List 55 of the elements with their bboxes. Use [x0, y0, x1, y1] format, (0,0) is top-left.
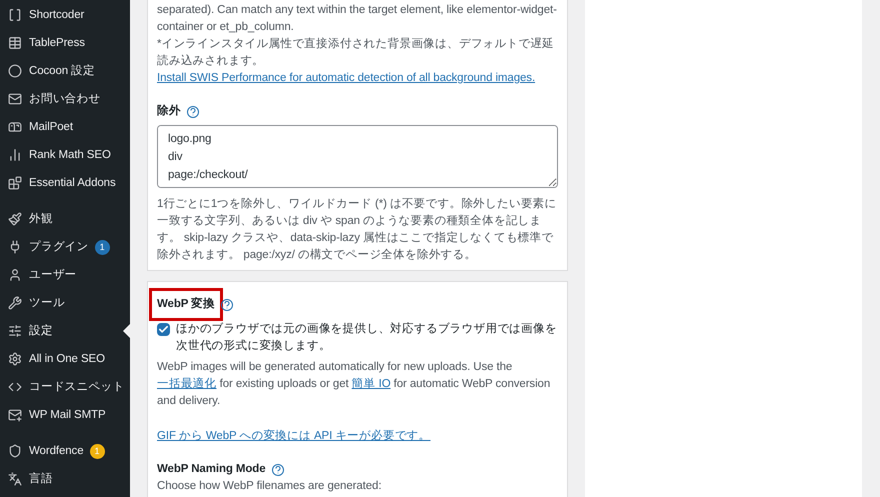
paintbrush-icon [8, 212, 22, 226]
count-badge: 1 [94, 240, 110, 254]
help-icon[interactable] [272, 464, 284, 476]
sidebar-item[interactable]: TablePress [0, 29, 130, 57]
table-icon [8, 36, 22, 50]
section-label: WebP 変換 [149, 288, 224, 321]
link[interactable]: 一括最適化 [157, 378, 217, 390]
current-arrow-icon [123, 324, 130, 338]
sidebar-item[interactable]: 外観 [0, 205, 130, 233]
sidebar-item[interactable]: Rank Math SEO [0, 141, 130, 169]
mail-icon [8, 92, 22, 106]
link[interactable]: 簡単 IO [352, 378, 391, 390]
description-text: Choose how WebP filenames are generated: [157, 479, 382, 494]
help-icon[interactable] [186, 106, 199, 118]
code-icon [8, 380, 22, 394]
count-badge: 1 [90, 444, 104, 458]
description-text: *インラインスタイル属性で直接添付された背景画像は、デフォルトで遅延読み込みされます。 [157, 36, 556, 69]
user-icon [8, 268, 22, 282]
description-text: separated). Can match any text within the target element, like elementor-widget-container or et_pb_column. [157, 3, 558, 35]
section-label: WebP Naming Mode [157, 462, 266, 477]
sidebar-item[interactable]: お問い合わせ [0, 85, 130, 113]
sidebar-item[interactable]: 言語 [0, 465, 130, 493]
sidebar-item[interactable]: Shortcoder [0, 1, 130, 29]
sliders-icon [8, 324, 22, 338]
link[interactable]: GIF から WebP への変換には API キーが必要です。 [157, 428, 558, 445]
brackets-icon [8, 8, 22, 22]
sidebar-item[interactable]: 設定 [0, 317, 130, 345]
wrench-icon [8, 296, 22, 310]
chart-icon [8, 148, 22, 162]
checkbox-label: ほかのブラウザでは元の画像を提供し、対応するブラウザ用では画像を次世代の形式に変換します。 [176, 321, 558, 354]
shield-icon [8, 444, 22, 458]
circle-icon [8, 64, 22, 78]
sidebar-item[interactable]: All in One SEO [0, 345, 130, 373]
help-icon[interactable] [221, 298, 234, 310]
link[interactable]: Install SWIS Performance for automatic detection of all background images. [157, 70, 558, 87]
sidebar-item[interactable]: Wordfence 1 [0, 437, 130, 465]
blocks-icon [8, 176, 22, 190]
sidebar-item[interactable]: Essential Addons [0, 169, 130, 197]
sidebar-item[interactable]: ユーザー [0, 261, 130, 289]
sidebar-item[interactable]: ツール [0, 289, 130, 317]
sidebar-item[interactable]: プラグイン 1 [0, 233, 130, 261]
checkbox[interactable] [157, 323, 170, 336]
plug-icon [8, 240, 22, 254]
gear-icon [8, 352, 22, 366]
sidebar-item[interactable]: MailPoet [0, 113, 130, 141]
sidebar-item[interactable]: コードスニペット [0, 373, 130, 401]
languages-icon [8, 472, 22, 486]
mailbox-icon [8, 120, 22, 134]
exclude-textarea[interactable]: logo.png div page:/checkout/ [157, 125, 558, 188]
sidebar-item[interactable]: WP Mail SMTP [0, 401, 130, 429]
sidebar-item[interactable]: Cocoon 設定 [0, 57, 130, 85]
section-label: 除外 [157, 104, 181, 119]
description-text: WebP images will be generated automatically for new uploads. Use the 一括最適化 for existing uploads or get 簡単 IO for automatic WebP conversion and delivery. [157, 360, 552, 409]
description-text: 1行ごとに1つを除外し、ワイルドカード (*) は不要です。除外したい要素に一致する文字列、あるいは div や span のような要素の種類全体を記します。 skip-lazy クラスや、data-skip-lazy 属性はここで指定しなくても標準で除外されます。 page:/xyz/ の構文でページ全体を除外する。 [157, 196, 558, 263]
mail-icon [8, 408, 22, 422]
